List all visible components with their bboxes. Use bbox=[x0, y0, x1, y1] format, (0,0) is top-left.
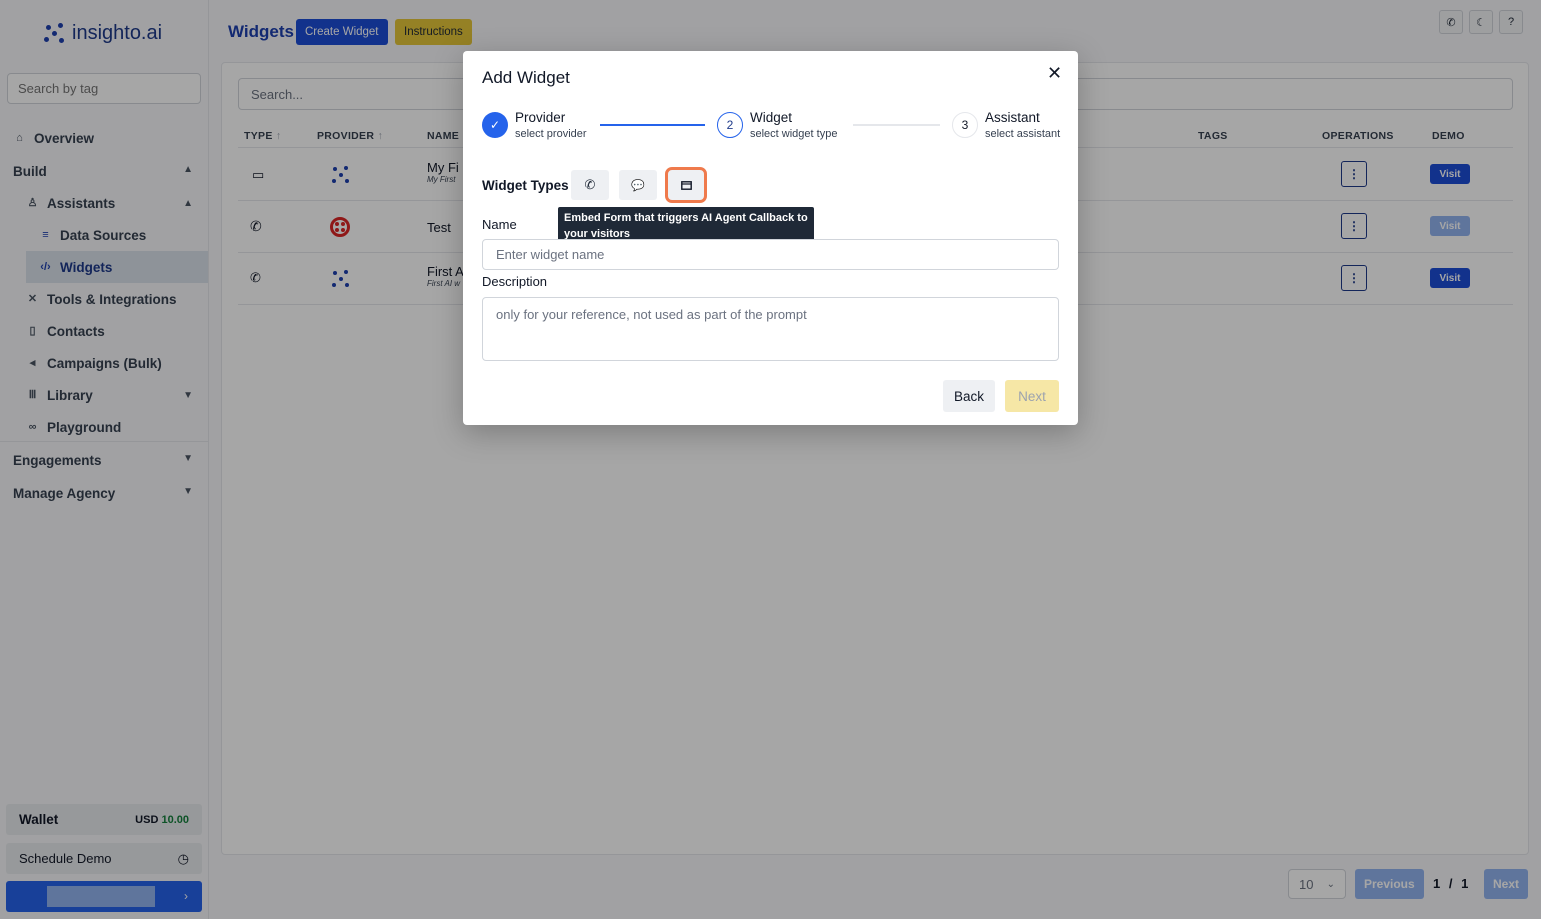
widget-type-tooltip: Embed Form that triggers AI Agent Callba… bbox=[558, 207, 814, 243]
close-icon[interactable]: ✕ bbox=[1047, 63, 1062, 84]
step-assistant-subtitle: select assistant bbox=[985, 128, 1061, 140]
step-connector bbox=[853, 124, 940, 126]
chat-icon: 💬 bbox=[631, 179, 645, 192]
widget-description-input[interactable]: only for your reference, not used as par… bbox=[482, 297, 1059, 361]
name-label: Name bbox=[482, 217, 517, 232]
step-widget-number: 2 bbox=[717, 112, 743, 138]
step-provider-subtitle: select provider bbox=[515, 128, 587, 140]
add-widget-modal: Add Widget ✕ ✓ Provider select provider … bbox=[463, 51, 1078, 425]
step-widget-subtitle: select widget type bbox=[750, 128, 838, 140]
window-icon bbox=[680, 180, 692, 190]
widget-types-label: Widget Types bbox=[482, 178, 569, 193]
widget-type-form-button[interactable] bbox=[665, 167, 707, 203]
back-button[interactable]: Back bbox=[943, 380, 995, 412]
modal-title: Add Widget bbox=[482, 68, 570, 87]
widget-type-phone-button[interactable]: ✆ bbox=[571, 170, 609, 200]
step-provider-title: Provider bbox=[515, 110, 566, 125]
description-label: Description bbox=[482, 274, 548, 289]
step-assistant-title: Assistant bbox=[985, 110, 1040, 125]
phone-icon: ✆ bbox=[584, 177, 596, 192]
widget-type-chat-button[interactable]: 💬 bbox=[619, 170, 657, 200]
check-icon: ✓ bbox=[482, 112, 508, 138]
step-assistant-number: 3 bbox=[952, 112, 978, 138]
widget-name-input[interactable]: Enter widget name bbox=[482, 239, 1059, 270]
step-widget-title: Widget bbox=[750, 110, 793, 125]
next-button[interactable]: Next bbox=[1005, 380, 1059, 412]
step-connector bbox=[600, 124, 705, 126]
